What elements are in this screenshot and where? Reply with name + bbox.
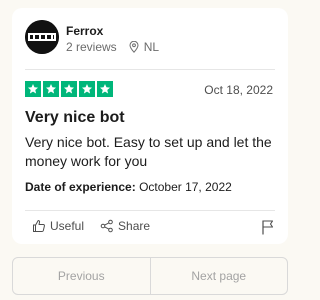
star-rating: [25, 81, 113, 97]
experience-date: October 17, 2022: [139, 180, 232, 194]
share-icon: [100, 219, 113, 233]
divider: [25, 210, 275, 211]
divider: [25, 69, 275, 70]
next-page-button[interactable]: Next page: [151, 258, 288, 294]
review-title[interactable]: Very nice bot: [25, 109, 125, 127]
useful-label: Useful: [50, 219, 85, 233]
useful-button[interactable]: Useful: [32, 219, 84, 233]
reviewer-meta: 2 reviews NL: [66, 40, 159, 54]
star-icon: [43, 81, 59, 97]
reviewer-name[interactable]: Ferrox: [66, 24, 103, 38]
thumbs-up-icon: [33, 220, 45, 232]
avatar[interactable]: [25, 20, 59, 54]
review-card: Ferrox 2 reviews NL Oct 18, 2022 Very ni…: [12, 8, 288, 244]
date-of-experience: Date of experience: October 17, 2022: [25, 180, 232, 194]
reviewer-info[interactable]: Ferrox 2 reviews NL: [25, 20, 275, 64]
flag-icon[interactable]: [261, 219, 275, 235]
pagination: Previous Next page: [12, 257, 288, 295]
reviewer-country: NL: [143, 40, 160, 54]
star-icon: [61, 81, 77, 97]
share-label: Share: [118, 219, 151, 233]
review-date: Oct 18, 2022: [204, 83, 273, 97]
share-button[interactable]: Share: [100, 219, 150, 233]
review-body: Very nice bot. Easy to set up and let th…: [25, 134, 272, 169]
previous-page-button[interactable]: Previous: [13, 258, 151, 294]
location-pin-icon: [129, 41, 139, 53]
review-actions: Useful Share: [32, 219, 166, 233]
star-icon: [79, 81, 95, 97]
star-icon: [97, 81, 113, 97]
experience-label: Date of experience:: [25, 180, 136, 194]
avatar-logo: [25, 20, 59, 54]
star-icon: [25, 81, 41, 97]
reviews-count: 2 reviews: [66, 40, 117, 54]
